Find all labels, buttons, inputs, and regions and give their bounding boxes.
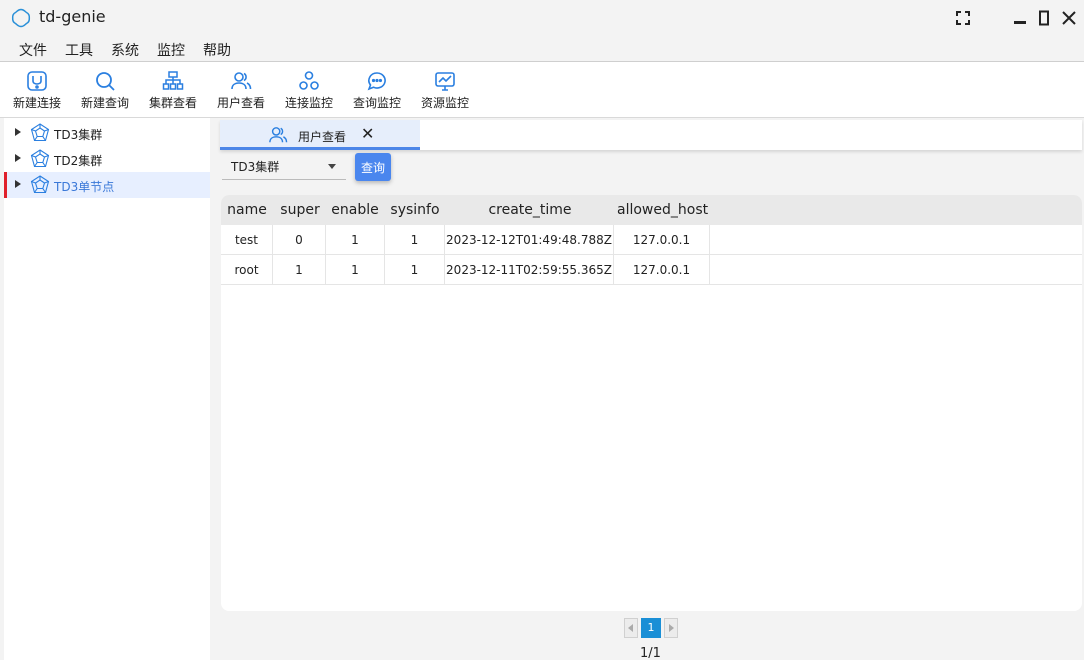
cell-name: root — [221, 255, 273, 285]
cell-enable: 1 — [326, 255, 385, 285]
cell-sysinfo: 1 — [385, 225, 445, 255]
users-icon — [231, 72, 252, 90]
minimize-button[interactable] — [1010, 8, 1030, 28]
column-header-sysinfo[interactable]: sysinfo — [389, 202, 441, 218]
query-monitor-icon — [367, 72, 386, 91]
cluster-select-value: TD3集群 — [231, 160, 280, 174]
cell-name: test — [221, 225, 273, 255]
tree-item-td3-single-node[interactable]: TD3单节点 — [4, 172, 210, 198]
title-bar: td-genie — [0, 0, 1084, 36]
chevron-down-icon — [328, 164, 336, 169]
column-header-allowed-host[interactable]: allowed_host — [617, 202, 708, 218]
column-header-super[interactable]: super — [278, 202, 322, 218]
search-icon — [96, 72, 115, 91]
expand-arrow-icon[interactable] — [15, 128, 21, 136]
menu-bar: 文件 工具 系统 监控 帮助 — [0, 36, 1084, 62]
cluster-node-icon — [30, 175, 50, 199]
cell-allowed-host: 127.0.0.1 — [614, 255, 710, 285]
cell-allowed-host: 127.0.0.1 — [614, 225, 710, 255]
cluster-view-button[interactable]: 集群查看 — [143, 70, 203, 112]
menu-file[interactable]: 文件 — [19, 40, 47, 60]
query-monitor-label: 查询监控 — [352, 96, 401, 110]
column-header-name[interactable]: name — [227, 202, 267, 218]
cell-create-time: 2023-12-12T01:49:48.788Z — [445, 225, 614, 255]
resource-monitor-button[interactable]: 资源监控 — [415, 70, 475, 112]
close-window-button[interactable] — [1059, 8, 1079, 28]
table-header: name super enable sysinfo create_time al… — [221, 195, 1082, 225]
table-row[interactable]: root 1 1 1 2023-12-11T02:59:55.365Z 127.… — [221, 255, 1082, 285]
new-connection-button[interactable]: 新建连接 — [7, 70, 67, 112]
tab-strip: 用户查看 ✕ — [220, 120, 1082, 150]
window-title: td-genie — [39, 7, 106, 26]
user-view-button[interactable]: 用户查看 — [211, 70, 271, 112]
tab-label: 用户查看 — [298, 130, 347, 144]
menu-help[interactable]: 帮助 — [203, 40, 231, 60]
cell-create-time: 2023-12-11T02:59:55.365Z — [445, 255, 614, 285]
pagination: 1 — [624, 618, 678, 638]
resource-monitor-label: 资源监控 — [420, 96, 469, 110]
cluster-view-label: 集群查看 — [148, 96, 197, 110]
maximize-button[interactable] — [1034, 8, 1054, 28]
tree-item-td2-cluster[interactable]: TD2集群 — [4, 146, 210, 172]
toolbar: 新建连接 新建查询 集群查看 用户查看 连接监控 查询监控 资源监控 — [0, 62, 1084, 118]
page-info: 1/1 — [640, 646, 661, 660]
tree-item-td3-cluster[interactable]: TD3集群 — [4, 120, 210, 146]
resource-monitor-icon — [435, 72, 455, 91]
fullscreen-icon[interactable] — [953, 8, 973, 28]
connection-monitor-button[interactable]: 连接监控 — [279, 70, 339, 112]
tree-item-label: TD3单节点 — [54, 180, 115, 194]
query-monitor-button[interactable]: 查询监控 — [347, 70, 407, 112]
cluster-icon — [162, 71, 184, 90]
previous-page-button[interactable] — [624, 618, 638, 638]
column-header-enable[interactable]: enable — [330, 202, 380, 218]
new-query-button[interactable]: 新建查询 — [75, 70, 135, 112]
table-row[interactable]: test 0 1 1 2023-12-12T01:49:48.788Z 127.… — [221, 225, 1082, 255]
connection-monitor-icon — [299, 71, 319, 90]
connection-monitor-label: 连接监控 — [284, 96, 333, 110]
column-header-create-time[interactable]: create_time — [477, 202, 583, 218]
menu-monitor[interactable]: 监控 — [157, 40, 185, 60]
connection-tree: TD3集群 TD2集群 TD3单节点 — [4, 118, 210, 660]
app-logo-icon — [11, 8, 31, 28]
cluster-node-icon — [30, 149, 50, 173]
menu-tools[interactable]: 工具 — [65, 40, 93, 60]
main-panel: 用户查看 ✕ TD3集群 查询 name super enable sysinf… — [210, 118, 1084, 660]
selection-marker — [4, 172, 7, 198]
new-connection-label: 新建连接 — [12, 96, 61, 110]
page-button-current[interactable]: 1 — [641, 618, 661, 638]
cluster-node-icon — [30, 123, 50, 147]
cell-super: 0 — [273, 225, 326, 255]
tree-item-label: TD2集群 — [54, 154, 103, 168]
users-table: name super enable sysinfo create_time al… — [221, 195, 1082, 611]
expand-arrow-icon[interactable] — [15, 180, 21, 188]
new-query-label: 新建查询 — [80, 96, 129, 110]
cell-super: 1 — [273, 255, 326, 285]
expand-arrow-icon[interactable] — [15, 154, 21, 162]
users-icon — [268, 126, 288, 148]
cluster-select[interactable]: TD3集群 — [222, 152, 346, 180]
cell-enable: 1 — [326, 225, 385, 255]
close-tab-icon[interactable]: ✕ — [361, 124, 374, 143]
query-button[interactable]: 查询 — [355, 153, 391, 181]
user-view-label: 用户查看 — [216, 96, 265, 110]
menu-system[interactable]: 系统 — [111, 40, 139, 60]
tree-item-label: TD3集群 — [54, 128, 103, 142]
tab-user-view[interactable]: 用户查看 ✕ — [220, 120, 420, 150]
next-page-button[interactable] — [664, 618, 678, 638]
cell-sysinfo: 1 — [385, 255, 445, 285]
new-connection-icon — [27, 71, 47, 91]
